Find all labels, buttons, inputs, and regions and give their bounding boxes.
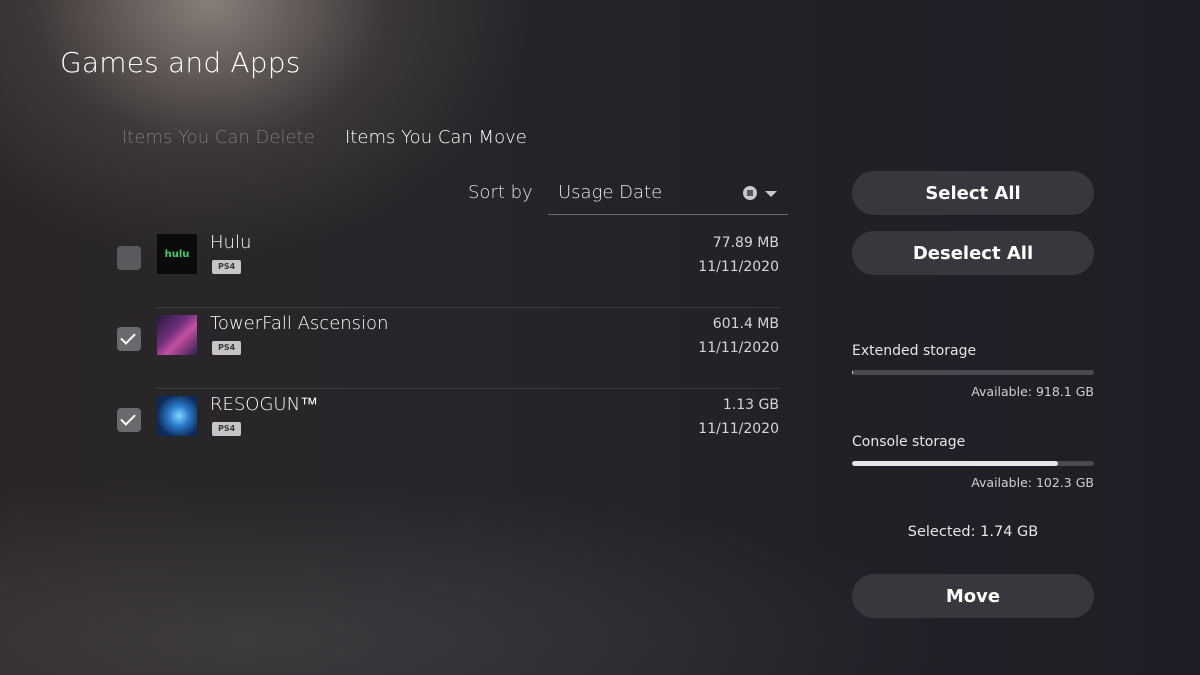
deselect-all-button[interactable]: Deselect All [852, 231, 1094, 275]
divider [157, 307, 781, 308]
towerfall-thumbnail [157, 315, 197, 355]
hulu-logo: hulu [164, 248, 190, 260]
extended-storage-available: Available: 918.1 GB [971, 384, 1094, 399]
checkmark-icon [120, 329, 136, 345]
hulu-thumbnail: hulu [157, 234, 197, 274]
sort-dropdown[interactable]: Usage Date [548, 172, 788, 215]
chevron-down-icon [765, 191, 777, 197]
extended-storage-fill [852, 370, 854, 375]
item-date: 11/11/2020 [698, 421, 779, 437]
platform-badge: PS4 [212, 422, 242, 436]
checkbox-resogun[interactable] [117, 408, 141, 432]
select-all-button[interactable]: Select All [852, 171, 1094, 215]
item-title: RESOGUN™ [210, 394, 319, 415]
resogun-thumbnail [157, 396, 197, 436]
item-date: 11/11/2020 [698, 259, 779, 275]
console-storage-bar [852, 461, 1094, 466]
console-storage-label: Console storage [852, 434, 966, 450]
list-item-resogun[interactable]: RESOGUN™ PS4 1.13 GB 11/11/2020 [117, 390, 781, 470]
move-button[interactable]: Move [852, 574, 1094, 618]
divider [157, 388, 781, 389]
sort-value: Usage Date [558, 182, 663, 203]
item-size: 77.89 MB [712, 235, 779, 251]
item-title: Hulu [210, 232, 252, 253]
tab-items-you-can-delete[interactable]: Items You Can Delete [122, 127, 315, 148]
console-storage-available: Available: 102.3 GB [971, 475, 1094, 490]
console-storage-fill [852, 461, 1058, 466]
circle-square-icon [743, 186, 757, 200]
selected-total: Selected: 1.74 GB [907, 524, 1039, 540]
extended-storage-label: Extended storage [852, 343, 977, 359]
page-title: Games and Apps [60, 46, 301, 79]
item-title: TowerFall Ascension [210, 313, 389, 334]
platform-badge: PS4 [212, 341, 242, 355]
item-date: 11/11/2020 [698, 340, 779, 356]
item-size: 601.4 MB [712, 316, 779, 332]
list-item-towerfall-ascension[interactable]: TowerFall Ascension PS4 601.4 MB 11/11/2… [117, 309, 781, 389]
tab-items-you-can-move[interactable]: Items You Can Move [345, 127, 527, 148]
platform-badge: PS4 [212, 260, 242, 274]
checkbox-towerfall-ascension[interactable] [117, 327, 141, 351]
checkmark-icon [120, 410, 136, 426]
checkbox-hulu[interactable] [117, 246, 141, 270]
extended-storage-bar [852, 370, 1094, 375]
item-size: 1.13 GB [722, 397, 779, 413]
list-item-hulu[interactable]: hulu Hulu PS4 77.89 MB 11/11/2020 [117, 228, 781, 308]
sort-by-label: Sort by [468, 182, 533, 203]
